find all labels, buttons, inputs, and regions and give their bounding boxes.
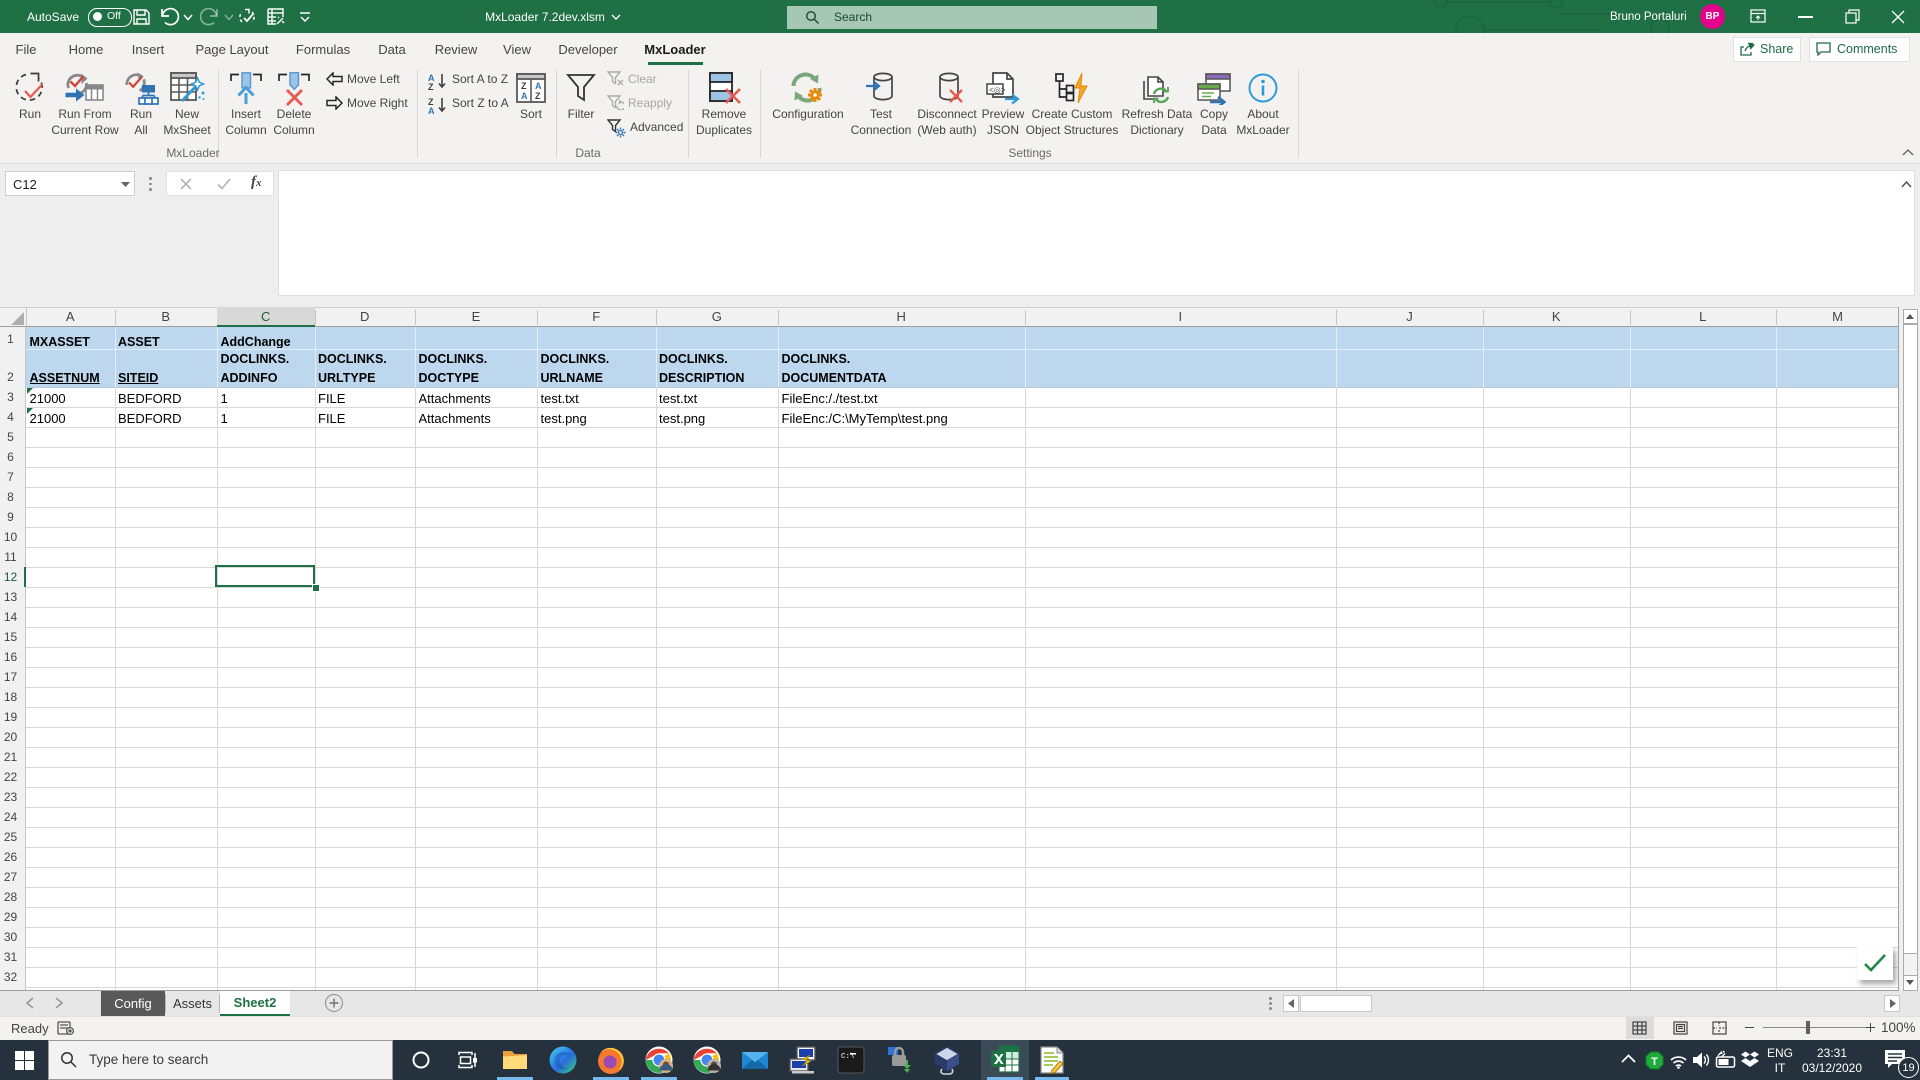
svg-text:Z: Z (521, 81, 527, 91)
svg-text:<◎>: <◎> (989, 87, 1006, 96)
svg-text:A: A (521, 91, 528, 101)
svg-text:T: T (1651, 1056, 1658, 1068)
svg-text:Z: Z (535, 91, 541, 101)
svg-text:Z: Z (428, 82, 434, 90)
svg-text:A: A (428, 106, 435, 114)
svg-text:A: A (535, 81, 542, 91)
